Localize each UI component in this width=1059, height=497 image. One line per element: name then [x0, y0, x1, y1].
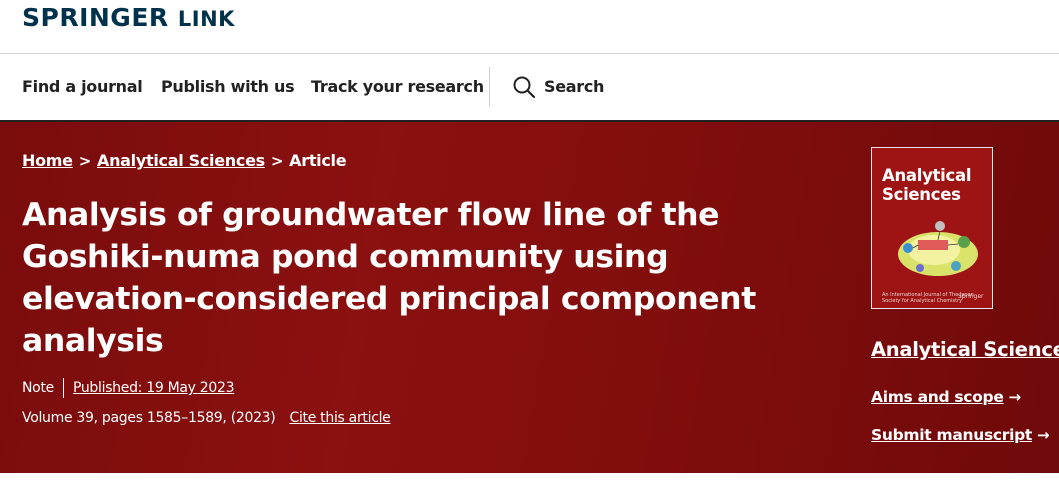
logo-link-text: LINK — [177, 7, 235, 31]
cover-title: Analytical Sciences — [882, 166, 972, 204]
article-volume-row: Volume 39, pages 1585–1589, (2023) Cite t… — [22, 408, 391, 428]
breadcrumb: Home > Analytical Sciences > Article — [22, 150, 347, 172]
nav-publish-with-us[interactable]: Publish with us — [161, 76, 295, 98]
main-nav: Find a journal Publish with us Track you… — [0, 54, 1059, 120]
breadcrumb-home[interactable]: Home — [22, 151, 73, 170]
logo-springer-text: SPRINGER — [22, 3, 169, 32]
cover-publisher: Springer — [958, 293, 984, 300]
volume-info: Volume 39, pages 1585–1589, (2023) — [22, 410, 276, 426]
nav-find-journal[interactable]: Find a journal — [22, 76, 143, 98]
article-meta: Note Published: 19 May 2023 — [22, 378, 235, 398]
arrow-right-icon: → — [1008, 388, 1022, 406]
published-date[interactable]: Published: 19 May 2023 — [73, 380, 235, 396]
arrow-right-icon: → — [1037, 426, 1050, 444]
search-icon[interactable] — [512, 75, 536, 99]
article-type: Note — [22, 380, 54, 396]
article-hero: Home > Analytical Sciences > Article Analysi… — [0, 120, 1059, 473]
article-title: Analysis of groundwater flow line of the… — [22, 197, 756, 359]
journal-name-link[interactable]: Analytical Sciences — [871, 338, 1059, 361]
site-header: SPRINGER LINK — [0, 0, 1059, 54]
springer-link-logo[interactable]: SPRINGER LINK — [22, 4, 235, 33]
breadcrumb-journal[interactable]: Analytical Sciences — [97, 151, 265, 170]
chevron-right-icon: > — [78, 152, 92, 170]
meta-divider — [62, 378, 64, 398]
breadcrumb-current: Article — [289, 151, 347, 170]
nav-search-button[interactable]: Search — [544, 76, 604, 98]
aims-label: Aims and scope — [871, 388, 1004, 406]
cover-illustration — [898, 221, 978, 276]
nav-track-research[interactable]: Track your research — [311, 76, 484, 98]
submit-label: Submit manuscript — [871, 426, 1033, 444]
cite-article-link[interactable]: Cite this article — [289, 410, 390, 426]
aims-and-scope-link[interactable]: Aims and scope → — [871, 388, 1021, 406]
submit-manuscript-link[interactable]: Submit manuscript → — [871, 426, 1050, 444]
journal-cover[interactable]: Analytical Sciences An International Jou… — [871, 147, 993, 309]
chevron-right-icon: > — [270, 152, 284, 170]
nav-divider — [489, 67, 490, 107]
